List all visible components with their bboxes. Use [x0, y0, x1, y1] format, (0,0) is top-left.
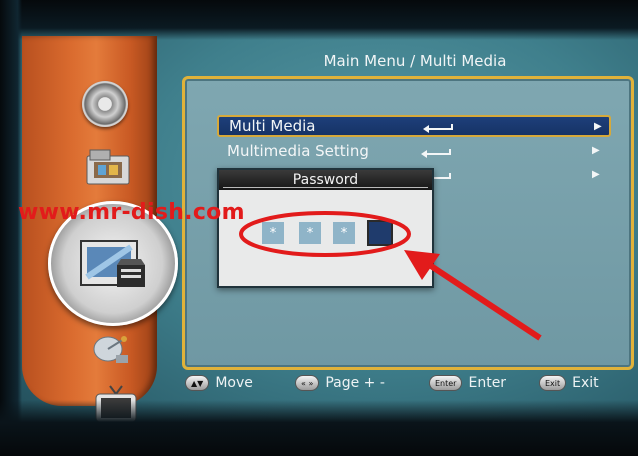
- highlight-ellipse: [239, 211, 411, 257]
- enter-key-icon: Enter: [429, 375, 463, 391]
- arrow-shaft: [423, 259, 542, 341]
- page-key-icon: « »: [295, 375, 320, 391]
- hint-exit-label: Exit: [572, 375, 599, 391]
- watermark-text: www.mr-dish.com: [18, 200, 245, 225]
- hint-page: « » Page + -: [295, 372, 385, 394]
- hint-move: ▲▼ Move: [185, 372, 253, 394]
- hint-move-label: Move: [215, 375, 253, 391]
- hint-enter: Enter Enter: [429, 372, 506, 394]
- footer-hints: ▲▼ Move « » Page + - Enter Enter Exit Ex…: [183, 372, 623, 396]
- bezel-bottom: [0, 400, 638, 456]
- exit-key-icon: Exit: [539, 375, 567, 391]
- hint-page-label: Page + -: [325, 375, 385, 391]
- hint-enter-label: Enter: [468, 375, 507, 391]
- tv-screen: Main Menu / Multi Media Multi Media ▶ Mu…: [0, 0, 638, 456]
- hint-exit: Exit Exit: [539, 372, 599, 394]
- move-key-icon: ▲▼: [185, 375, 210, 391]
